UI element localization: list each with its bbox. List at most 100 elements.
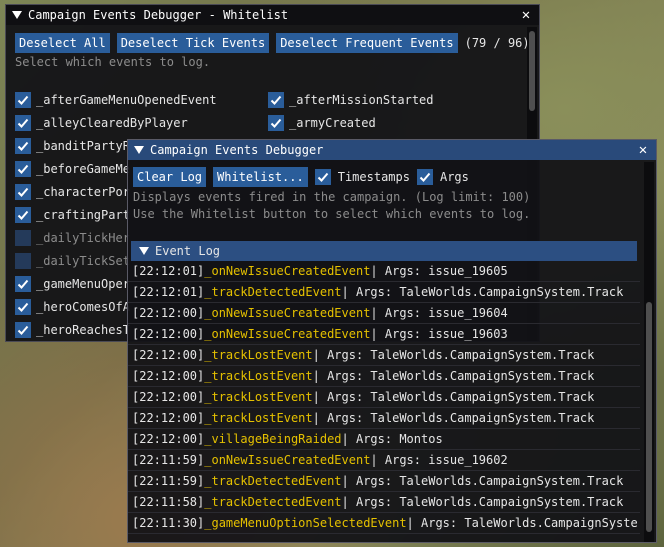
collapse-triangle-icon[interactable] xyxy=(12,11,22,19)
log-event-name: _onNewIssueCreatedEvent xyxy=(204,453,371,467)
event-label: _dailyTickSet xyxy=(36,253,130,268)
deselect-all-button[interactable]: Deselect All xyxy=(15,33,110,53)
event-checkbox[interactable] xyxy=(15,252,31,269)
log-args: | Args: issue_19605 xyxy=(370,264,508,278)
checkmark-icon xyxy=(17,118,29,128)
event-whitelist-item[interactable]: _alleyClearedByPlayer xyxy=(15,111,217,134)
info-line-2: Use the Whitelist button to select which… xyxy=(133,207,531,221)
log-event-name: _trackDetectedEvent xyxy=(204,474,342,488)
log-row: [22:12:01] _onNewIssueCreatedEvent | Arg… xyxy=(128,261,640,282)
log-event-name: _trackLostEvent xyxy=(204,390,313,404)
event-checkbox[interactable] xyxy=(15,298,31,315)
event-label: _beforeGameMe xyxy=(36,161,130,176)
log-args: | Args: TaleWorlds.CampaignSystem.Track xyxy=(312,369,595,383)
event-label: _craftingPart xyxy=(36,207,130,222)
whitelist-scroll-thumb[interactable] xyxy=(529,31,535,111)
whitelist-title: Campaign Events Debugger - Whitelist xyxy=(28,8,289,22)
log-args: | Args: TaleWorlds.CampaignSystem.Track xyxy=(312,390,595,404)
close-icon[interactable]: ✕ xyxy=(636,143,650,157)
checkmark-icon xyxy=(17,164,29,174)
debugger-scroll-thumb[interactable] xyxy=(646,302,652,532)
event-checkbox[interactable] xyxy=(15,275,31,292)
log-args: | Args: issue_19602 xyxy=(370,453,508,467)
log-args: | Args: TaleWorlds.CampaignSystem.Track xyxy=(341,474,624,488)
event-count: (79 / 96) xyxy=(464,36,530,50)
log-timestamp: [22:12:00] xyxy=(132,348,205,362)
debugger-titlebar[interactable]: Campaign Events Debugger ✕ xyxy=(128,140,656,160)
event-checkbox[interactable] xyxy=(15,114,31,131)
event-checkbox[interactable] xyxy=(15,160,31,177)
checkmark-icon xyxy=(17,210,29,220)
checkmark-icon xyxy=(270,95,282,105)
debugger-scrollbar[interactable] xyxy=(644,162,654,542)
checkmark-icon xyxy=(317,172,328,182)
log-timestamp: [22:12:00] xyxy=(132,390,205,404)
timestamps-checkbox[interactable] xyxy=(314,169,331,185)
checkmark-icon xyxy=(17,279,29,289)
event-checkbox[interactable] xyxy=(15,229,31,246)
log-timestamp: [22:11:58] xyxy=(132,495,205,509)
log-row: [22:11:30] _gameMenuOptionSelectedEvent … xyxy=(128,513,640,534)
log-args: | Args: TaleWorlds.CampaignSystem.Track xyxy=(341,495,624,509)
checkmark-icon xyxy=(17,141,29,151)
log-args: | Args: TaleWorlds.CampaignSystem.Track xyxy=(341,285,624,299)
checkmark-icon xyxy=(270,118,282,128)
log-event-name: _trackDetectedEvent xyxy=(204,285,342,299)
checkmark-icon xyxy=(17,302,29,312)
log-timestamp: [22:11:59] xyxy=(132,453,205,467)
debugger-toolbar: Clear Log Whitelist... Timestamps Args xyxy=(133,167,469,187)
log-event-name: _trackDetectedEvent xyxy=(204,495,342,509)
log-row: [22:12:00] _villageBeingRaided | Args: M… xyxy=(128,429,640,450)
args-checkbox[interactable] xyxy=(416,169,433,185)
clear-log-button[interactable]: Clear Log xyxy=(133,167,207,187)
event-checkbox[interactable] xyxy=(15,321,31,338)
log-row: [22:11:59] _trackDetectedEvent | Args: T… xyxy=(128,471,640,492)
event-log-header[interactable]: Event Log xyxy=(131,241,637,261)
log-timestamp: [22:12:01] xyxy=(132,264,205,278)
collapse-triangle-icon[interactable] xyxy=(134,146,144,154)
log-timestamp: [22:12:00] xyxy=(132,306,205,320)
whitelist-hint: Select which events to log. xyxy=(15,55,211,69)
event-whitelist-item[interactable]: _armyCreated xyxy=(268,111,434,134)
deselect-tick-events-button[interactable]: Deselect Tick Events xyxy=(116,33,270,53)
log-event-name: _onNewIssueCreatedEvent xyxy=(204,327,371,341)
event-checkbox[interactable] xyxy=(268,114,284,131)
log-row: [22:12:00] _trackLostEvent | Args: TaleW… xyxy=(128,408,640,429)
log-timestamp: [22:12:00] xyxy=(132,327,205,341)
event-checkbox[interactable] xyxy=(15,91,31,108)
event-whitelist-item[interactable]: _afterMissionStarted xyxy=(268,88,434,111)
event-label: _banditPartyR xyxy=(36,138,130,153)
deselect-frequent-events-button[interactable]: Deselect Frequent Events xyxy=(276,33,458,53)
checkmark-icon xyxy=(419,172,431,182)
whitelist-right-column: _afterMissionStarted _armyCreated xyxy=(268,88,434,134)
collapse-triangle-icon[interactable] xyxy=(139,247,149,255)
log-args: | Args: TaleWorlds.CampaignSyste xyxy=(406,516,638,530)
log-event-name: _gameMenuOptionSelectedEvent xyxy=(204,516,407,530)
checkmark-icon xyxy=(17,95,29,105)
event-label: _armyCreated xyxy=(289,115,376,130)
close-icon[interactable]: ✕ xyxy=(519,8,533,22)
event-whitelist-item[interactable]: _afterGameMenuOpenedEvent xyxy=(15,88,217,111)
log-row: [22:11:59] _onNewIssueCreatedEvent | Arg… xyxy=(128,450,640,471)
log-args: | Args: issue_19604 xyxy=(370,306,508,320)
whitelist-button[interactable]: Whitelist... xyxy=(213,167,308,187)
log-event-name: _villageBeingRaided xyxy=(204,432,342,446)
event-checkbox[interactable] xyxy=(15,206,31,223)
log-timestamp: [22:12:00] xyxy=(132,411,205,425)
log-row: [22:12:00] _onNewIssueCreatedEvent | Arg… xyxy=(128,324,640,345)
whitelist-toolbar: Deselect All Deselect Tick Events Desele… xyxy=(15,33,530,53)
log-row: [22:11:58] _trackDetectedEvent | Args: T… xyxy=(128,492,640,513)
event-checkbox[interactable] xyxy=(15,137,31,154)
event-log-list: [22:12:01] _onNewIssueCreatedEvent | Arg… xyxy=(128,261,640,542)
log-timestamp: [22:11:59] xyxy=(132,474,205,488)
args-label: Args xyxy=(439,170,469,184)
event-label: _characterPor xyxy=(36,184,130,199)
whitelist-titlebar[interactable]: Campaign Events Debugger - Whitelist ✕ xyxy=(6,5,539,25)
log-event-name: _trackLostEvent xyxy=(204,411,313,425)
log-row: [22:12:01] _trackDetectedEvent | Args: T… xyxy=(128,282,640,303)
event-checkbox[interactable] xyxy=(268,91,284,108)
event-checkbox[interactable] xyxy=(15,183,31,200)
log-row: [22:12:00] _trackLostEvent | Args: TaleW… xyxy=(128,366,640,387)
log-event-name: _onNewIssueCreatedEvent xyxy=(204,306,371,320)
log-timestamp: [22:11:30] xyxy=(132,516,205,530)
